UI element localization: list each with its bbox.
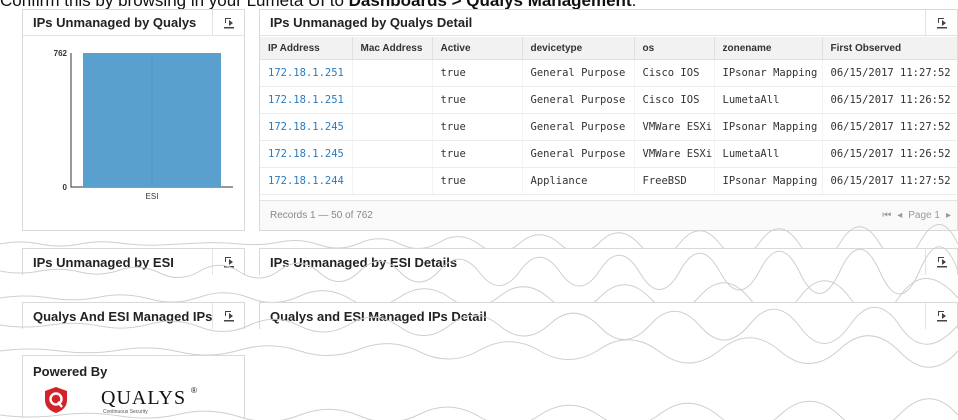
table-cell: 06/15/2017 11:27:52 xyxy=(822,59,957,87)
x-tick-label: ESI xyxy=(146,192,159,201)
table-cell: 06/15/2017 11:26:52 xyxy=(822,86,957,114)
panel-header: IPs Unmanaged by Qualys xyxy=(23,10,244,36)
bar-chart: 0 762 ESI xyxy=(23,37,244,230)
torn-edge xyxy=(0,398,958,420)
table-row[interactable]: 172.18.1.251 true General Purpose Cisco IOS… xyxy=(260,59,957,87)
torn-edge xyxy=(0,246,958,295)
panel-title: IPs Unmanaged by Qualys xyxy=(33,15,197,30)
column-header[interactable]: First Observed xyxy=(822,37,957,60)
panel-header: IPs Unmanaged by Qualys Detail xyxy=(260,10,957,36)
table-cell: 06/15/2017 11:26:52 xyxy=(822,140,957,168)
table-cell: General Purpose xyxy=(522,59,635,87)
torn-edge xyxy=(0,306,958,345)
table-cell xyxy=(352,140,433,168)
column-header[interactable]: os xyxy=(634,37,715,60)
table-cell: VMWare ESXi xyxy=(634,113,715,141)
export-button[interactable] xyxy=(925,10,957,35)
table-row[interactable]: 172.18.1.244 true Appliance FreeBSD IPsonar … xyxy=(260,167,957,195)
column-header[interactable]: Mac Address xyxy=(352,37,433,60)
qualys-registered: ® xyxy=(191,386,197,395)
table-cell: true xyxy=(432,59,523,87)
page-indicator: Page 1 xyxy=(908,210,940,221)
table-row[interactable]: 172.18.1.245 true General Purpose VMWare ES… xyxy=(260,113,957,141)
table-cell: IPsonar Mapping xyxy=(714,59,823,87)
detail-table: IP Address Mac Address Active devicetype os z… xyxy=(260,37,957,195)
column-header[interactable]: devicetype xyxy=(522,37,635,60)
export-icon xyxy=(936,17,947,28)
table-cell: LumetaAll xyxy=(714,140,823,168)
table-cell xyxy=(352,59,433,87)
column-header[interactable]: Active xyxy=(432,37,523,60)
ip-address-link[interactable]: 172.18.1.245 xyxy=(260,140,353,168)
y-tick-label: 762 xyxy=(54,49,68,58)
table-cell: LumetaAll xyxy=(714,86,823,114)
powered-by-panel: Powered By QUALYS ® Continuous Security xyxy=(22,355,245,418)
column-header[interactable]: IP Address xyxy=(260,37,353,60)
table-header-row: IP Address Mac Address Active devicetype os z… xyxy=(260,37,957,60)
table-body: 172.18.1.251 true General Purpose Cisco IOS… xyxy=(260,59,957,195)
table-cell: IPsonar Mapping xyxy=(714,113,823,141)
ip-address-link[interactable]: 172.18.1.251 xyxy=(260,86,353,114)
table-cell: true xyxy=(432,167,523,195)
next-page-icon[interactable]: ▸ xyxy=(946,210,951,221)
table-cell xyxy=(352,167,433,195)
first-page-icon[interactable]: ⏮ xyxy=(882,210,891,221)
powered-by-title: Powered By xyxy=(33,364,108,379)
torn-edge xyxy=(0,278,958,315)
qualys-unmanaged-panel: IPs Unmanaged by Qualys 0 762 ESI xyxy=(22,9,245,231)
ip-address-link[interactable]: 172.18.1.251 xyxy=(260,59,353,87)
table-cell: FreeBSD xyxy=(634,167,715,195)
table-row[interactable]: 172.18.1.251 true General Purpose Cisco IOS… xyxy=(260,86,957,114)
column-header[interactable]: zonename xyxy=(714,37,823,60)
records-count: Records 1 — 50 of 762 xyxy=(270,210,373,221)
table-cell: true xyxy=(432,86,523,114)
table-footer: Records 1 — 50 of 762 ⏮ ◂ Page 1 ▸ xyxy=(260,200,957,230)
prev-page-icon[interactable]: ◂ xyxy=(897,210,902,221)
table-cell: General Purpose xyxy=(522,140,635,168)
table-cell: 06/15/2017 11:27:52 xyxy=(822,167,957,195)
table-cell: VMWare ESXi xyxy=(634,140,715,168)
table-cell: true xyxy=(432,113,523,141)
y-tick-label: 0 xyxy=(63,183,68,192)
table-cell xyxy=(352,113,433,141)
table-cell xyxy=(352,86,433,114)
torn-edge xyxy=(0,335,958,368)
table-cell: IPsonar Mapping xyxy=(714,167,823,195)
table-cell: Appliance xyxy=(522,167,635,195)
export-button[interactable] xyxy=(212,10,244,35)
export-icon xyxy=(223,17,234,28)
table-row[interactable]: 172.18.1.245 true General Purpose VMWare ES… xyxy=(260,140,957,168)
ip-address-link[interactable]: 172.18.1.244 xyxy=(260,167,353,195)
table-cell: General Purpose xyxy=(522,113,635,141)
table-cell: Cisco IOS xyxy=(634,86,715,114)
table-cell: 06/15/2017 11:27:52 xyxy=(822,113,957,141)
pager: ⏮ ◂ Page 1 ▸ xyxy=(882,201,951,230)
table-cell: Cisco IOS xyxy=(634,59,715,87)
bar-chart-svg: 0 762 ESI xyxy=(54,49,233,201)
torn-edge xyxy=(0,224,958,261)
qualys-wordmark: QUALYS xyxy=(101,387,187,409)
qualys-unmanaged-detail-panel: IPs Unmanaged by Qualys Detail IP Addres… xyxy=(259,9,958,231)
table-cell: true xyxy=(432,140,523,168)
table-cell: General Purpose xyxy=(522,86,635,114)
panel-title: IPs Unmanaged by Qualys Detail xyxy=(270,15,473,30)
ip-address-link[interactable]: 172.18.1.245 xyxy=(260,113,353,141)
